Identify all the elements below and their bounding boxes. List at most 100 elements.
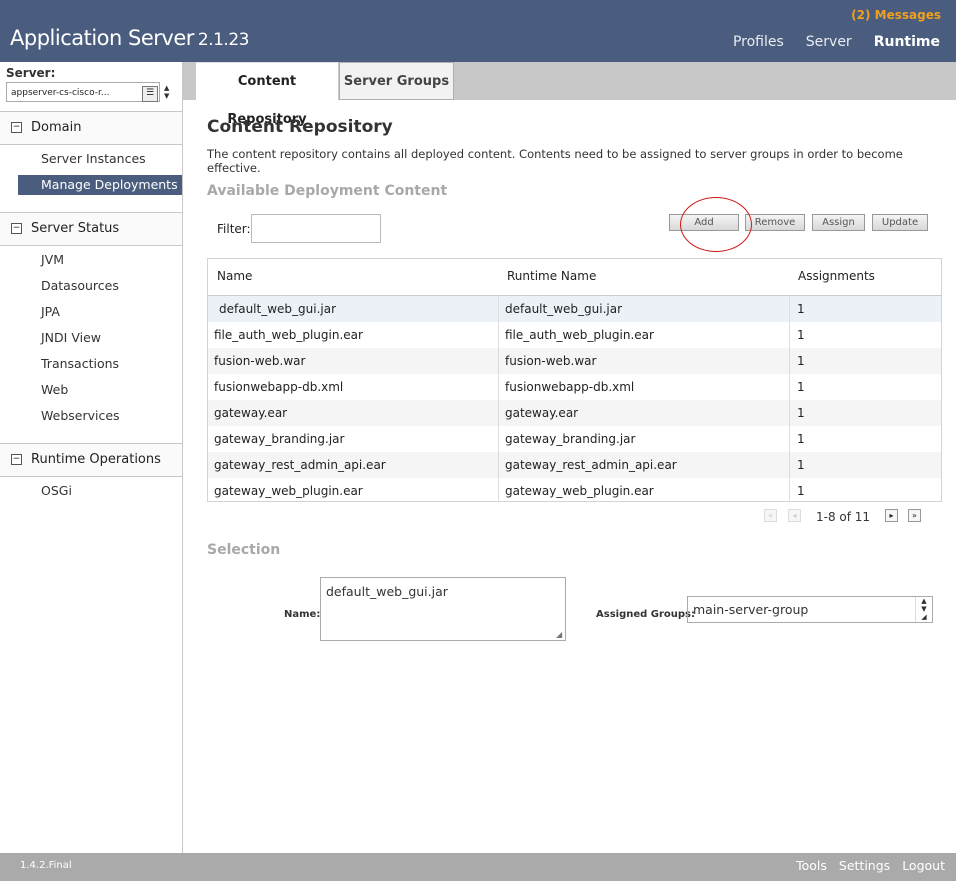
- cell-name: gateway_rest_admin_api.ear: [214, 458, 386, 472]
- footer-version: 1.4.2.Final: [20, 860, 72, 871]
- cell-runtime-name: gateway.ear: [505, 406, 579, 420]
- collapse-icon[interactable]: −: [11, 122, 22, 133]
- cell-name: gateway.ear: [214, 406, 288, 420]
- table-row[interactable]: gateway_branding.jar gateway_branding.ja…: [208, 426, 941, 452]
- column-divider: [498, 296, 499, 502]
- cell-assignments: 1: [797, 406, 805, 420]
- sidebar: Server: appserver-cs-cisco-r... ☰ ▲ ▼ − D…: [0, 62, 183, 853]
- sidebar-item-web[interactable]: Web: [18, 380, 182, 400]
- column-header-assignments[interactable]: Assignments: [798, 269, 875, 283]
- available-content-title: Available Deployment Content: [207, 183, 448, 199]
- collapse-icon[interactable]: −: [11, 223, 22, 234]
- assigned-groups-field[interactable]: main-server-group ▲ ▼ ◢: [687, 596, 933, 623]
- scroll-arrows-icon[interactable]: ▲ ▼ ◢: [915, 597, 932, 622]
- cell-assignments: 1: [797, 432, 805, 446]
- sidebar-item-manage-deployments[interactable]: Manage Deployments: [18, 175, 182, 195]
- sidebar-section-server-status[interactable]: − Server Status: [0, 212, 182, 246]
- name-field[interactable]: default_web_gui.jar ◢: [320, 577, 566, 641]
- sidebar-item-webservices[interactable]: Webservices: [18, 406, 182, 426]
- table-row[interactable]: file_auth_web_plugin.ear file_auth_web_p…: [208, 322, 941, 348]
- cell-name: default_web_gui.jar: [219, 302, 337, 316]
- filter-label: Filter:: [217, 222, 251, 236]
- app-version: 2.1.23: [197, 30, 250, 50]
- section-label: Domain: [31, 120, 82, 135]
- cell-assignments: 1: [797, 484, 805, 498]
- update-button[interactable]: Update: [872, 214, 928, 231]
- sidebar-item-transactions[interactable]: Transactions: [18, 354, 182, 374]
- table-row[interactable]: fusionwebapp-db.xml fusionwebapp-db.xml …: [208, 374, 941, 400]
- footer-links: Tools Settings Logout: [796, 858, 945, 873]
- cell-runtime-name: file_auth_web_plugin.ear: [505, 328, 654, 342]
- assigned-groups-value: main-server-group: [693, 602, 809, 617]
- tab-server-groups[interactable]: Server Groups: [339, 62, 454, 100]
- tab-content-repository[interactable]: Content Repository: [196, 62, 338, 127]
- remove-button[interactable]: Remove: [745, 214, 805, 231]
- cell-assignments: 1: [797, 458, 805, 472]
- footer-tools-link[interactable]: Tools: [796, 858, 827, 873]
- messages-link[interactable]: (2) Messages: [851, 8, 941, 22]
- footer-settings-link[interactable]: Settings: [839, 858, 890, 873]
- app-title: Application Server 2.1.23: [10, 26, 249, 50]
- table-row[interactable]: default_web_gui.jar default_web_gui.jar …: [208, 296, 941, 322]
- server-label: Server:: [6, 66, 56, 80]
- name-value: default_web_gui.jar: [326, 584, 448, 599]
- footer: 1.4.2.Final Tools Settings Logout: [0, 853, 956, 881]
- assigned-groups-label: Assigned Groups:: [596, 609, 696, 620]
- cell-assignments: 1: [797, 380, 805, 394]
- footer-logout-link[interactable]: Logout: [902, 858, 945, 873]
- sidebar-section-runtime-operations[interactable]: − Runtime Operations: [0, 443, 182, 477]
- cell-runtime-name: fusion-web.war: [505, 354, 597, 368]
- sidebar-item-jvm[interactable]: JVM: [18, 250, 182, 270]
- table-row[interactable]: fusion-web.war fusion-web.war 1: [208, 348, 941, 374]
- table-row[interactable]: gateway.ear gateway.ear 1: [208, 400, 941, 426]
- page-title: Content Repository: [207, 117, 393, 137]
- deployment-table: Name Runtime Name Assignments default_we…: [207, 258, 942, 502]
- prev-page-icon[interactable]: ◂: [788, 509, 801, 522]
- cell-runtime-name: default_web_gui.jar: [505, 302, 623, 316]
- sidebar-section-domain[interactable]: − Domain: [0, 111, 182, 145]
- cell-assignments: 1: [797, 302, 805, 316]
- cell-assignments: 1: [797, 354, 805, 368]
- table-row[interactable]: gateway_rest_admin_api.ear gateway_rest_…: [208, 452, 941, 478]
- server-stepper-icon[interactable]: ▲ ▼: [164, 84, 169, 100]
- column-divider: [789, 296, 790, 502]
- filter-input[interactable]: [251, 214, 381, 243]
- nav-server[interactable]: Server: [806, 34, 852, 50]
- server-select[interactable]: appserver-cs-cisco-r...: [6, 82, 160, 102]
- annotation-circle: [680, 197, 752, 252]
- next-page-icon[interactable]: ▸: [885, 509, 898, 522]
- section-label: Runtime Operations: [31, 452, 161, 467]
- collapse-icon[interactable]: −: [11, 454, 22, 465]
- top-nav: Profiles Server Runtime: [733, 34, 940, 50]
- tab-bar: Content Repository Server Groups: [183, 62, 956, 127]
- column-header-runtime-name[interactable]: Runtime Name: [507, 269, 596, 283]
- column-header-name[interactable]: Name: [217, 269, 252, 283]
- cell-runtime-name: gateway_rest_admin_api.ear: [505, 458, 677, 472]
- cell-runtime-name: gateway_web_plugin.ear: [505, 484, 654, 498]
- resize-grip-icon[interactable]: ◢: [556, 631, 564, 639]
- assign-button[interactable]: Assign: [812, 214, 865, 231]
- cell-name: file_auth_web_plugin.ear: [214, 328, 363, 342]
- sidebar-item-jndi-view[interactable]: JNDI View: [18, 328, 182, 348]
- pager-status: 1-8 of 11: [816, 510, 871, 524]
- cell-runtime-name: fusionwebapp-db.xml: [505, 380, 635, 394]
- sidebar-item-datasources[interactable]: Datasources: [18, 276, 182, 296]
- sidebar-item-osgi[interactable]: OSGi: [18, 481, 182, 501]
- last-page-icon[interactable]: »: [908, 509, 921, 522]
- cell-name: fusion-web.war: [214, 354, 306, 368]
- page-description: The content repository contains all depl…: [207, 147, 903, 175]
- sidebar-item-server-instances[interactable]: Server Instances: [18, 149, 182, 169]
- server-picker: Server: appserver-cs-cisco-r... ☰ ▲ ▼: [6, 66, 169, 102]
- table-row[interactable]: gateway_web_plugin.ear gateway_web_plugi…: [208, 478, 941, 504]
- name-label: Name:: [284, 609, 321, 620]
- cell-name: gateway_web_plugin.ear: [214, 484, 363, 498]
- cell-assignments: 1: [797, 328, 805, 342]
- cell-name: fusionwebapp-db.xml: [214, 380, 344, 394]
- cell-name: gateway_branding.jar: [214, 432, 345, 446]
- nav-profiles[interactable]: Profiles: [733, 34, 784, 50]
- first-page-icon[interactable]: «: [764, 509, 777, 522]
- server-list-icon[interactable]: ☰: [142, 86, 158, 102]
- nav-runtime[interactable]: Runtime: [874, 34, 940, 50]
- sidebar-item-jpa[interactable]: JPA: [18, 302, 182, 322]
- cell-runtime-name: gateway_branding.jar: [505, 432, 636, 446]
